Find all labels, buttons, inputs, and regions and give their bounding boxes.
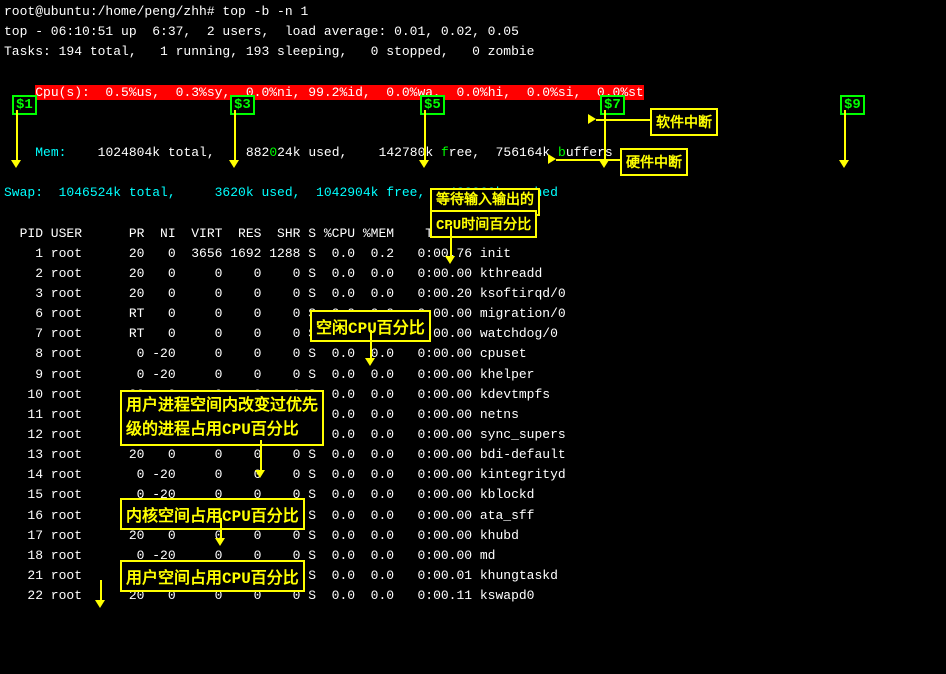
arrowhead-yonghu-neihe <box>255 470 265 478</box>
arrow-yonghu-neihe-v <box>260 440 262 470</box>
arrow-d5 <box>424 110 426 160</box>
cmd-line: root@ubuntu:/home/peng/zhh# top -b -n 1 <box>4 2 942 22</box>
arrow-d1 <box>16 110 18 160</box>
arrowhead-yinjian <box>548 154 556 164</box>
arrowhead-d1 <box>11 160 21 168</box>
arrow-kongxian-v <box>370 330 372 358</box>
yonghu-neihe-text1: 用户进程空间内改变过优先 <box>126 397 318 415</box>
arrowhead-dengdai <box>445 256 455 264</box>
proc-9: 9 root 0 -20 0 0 0 S 0.0 0.0 0:00.00 khe… <box>4 365 942 385</box>
arrow-d3 <box>234 110 236 160</box>
mem-line: Mem: 1024804k total, 882024k used, 14278… <box>4 123 942 183</box>
yonghu-neihe-text2: 级的进程占用CPU百分比 <box>126 421 299 439</box>
arrow-yinjian-h <box>556 159 620 161</box>
cpu-line: Cpu(s): 0.5%us, 0.3%sy, 0.0%ni, 99.2%id,… <box>4 62 942 122</box>
yinjian-zhongduan-label: 硬件中断 <box>620 148 688 176</box>
proc-13: 13 root 20 0 0 0 0 S 0.0 0.0 0:00.00 bdi… <box>4 445 942 465</box>
arrowhead-d3 <box>229 160 239 168</box>
arrow-d9 <box>844 110 846 160</box>
arrowhead-d5 <box>419 160 429 168</box>
terminal: root@ubuntu:/home/peng/zhh# top -b -n 1 … <box>0 0 946 674</box>
proc-7: 7 root RT 0 0 0 0 S 0.0 0.0 0:00.00 watc… <box>4 324 942 344</box>
arrowhead-d7 <box>599 160 609 168</box>
proc-1: 1 root 20 0 3656 1692 1288 S 0.0 0.2 0:0… <box>4 244 942 264</box>
yonghu-cpu-label: 用户空间占用CPU百分比 <box>120 560 305 592</box>
proc-8: 8 root 0 -20 0 0 0 S 0.0 0.0 0:00.00 cpu… <box>4 344 942 364</box>
cpu-time-label: CPU时间百分比 <box>430 210 537 238</box>
dollar5-inline <box>363 145 371 160</box>
arrow-yonghu-cpu-v <box>100 580 102 600</box>
yonghu-neihe-label: 用户进程空间内改变过优先 级的进程占用CPU百分比 <box>120 390 324 446</box>
arrowhead-kongxian <box>365 358 375 366</box>
cpu-text: Cpu(s): 0.5%us, 0.3%sy, 0.0%ni, 99.2%id,… <box>35 85 644 100</box>
arrowhead-neihe <box>215 538 225 546</box>
dollar1-inline <box>82 145 90 160</box>
dollar7-inline <box>488 145 496 160</box>
arrow-neihe-v <box>220 518 222 538</box>
arrow-d7 <box>604 110 606 160</box>
arrow-dengdai-v <box>450 226 452 256</box>
arrowhead-ruanjian <box>588 114 596 124</box>
tasks-line: Tasks: 194 total, 1 running, 193 sleepin… <box>4 42 942 62</box>
proc-2: 2 root 20 0 0 0 0 S 0.0 0.0 0:00.00 kthr… <box>4 264 942 284</box>
proc-14: 14 root 0 -20 0 0 0 S 0.0 0.0 0:00.00 ki… <box>4 465 942 485</box>
arrowhead-d9 <box>839 160 849 168</box>
proc-6: 6 root RT 0 0 0 0 S 0.0 0.0 0:00.00 migr… <box>4 304 942 324</box>
arrowhead-yonghu-cpu <box>95 600 105 608</box>
proc-3: 3 root 20 0 0 0 0 S 0.0 0.0 0:00.20 ksof… <box>4 284 942 304</box>
neihe-cpu-label: 内核空间占用CPU百分比 <box>120 498 305 530</box>
ruanjian-zhongduan-label: 软件中断 <box>650 108 718 136</box>
time-line: top - 06:10:51 up 6:37, 2 users, load av… <box>4 22 942 42</box>
